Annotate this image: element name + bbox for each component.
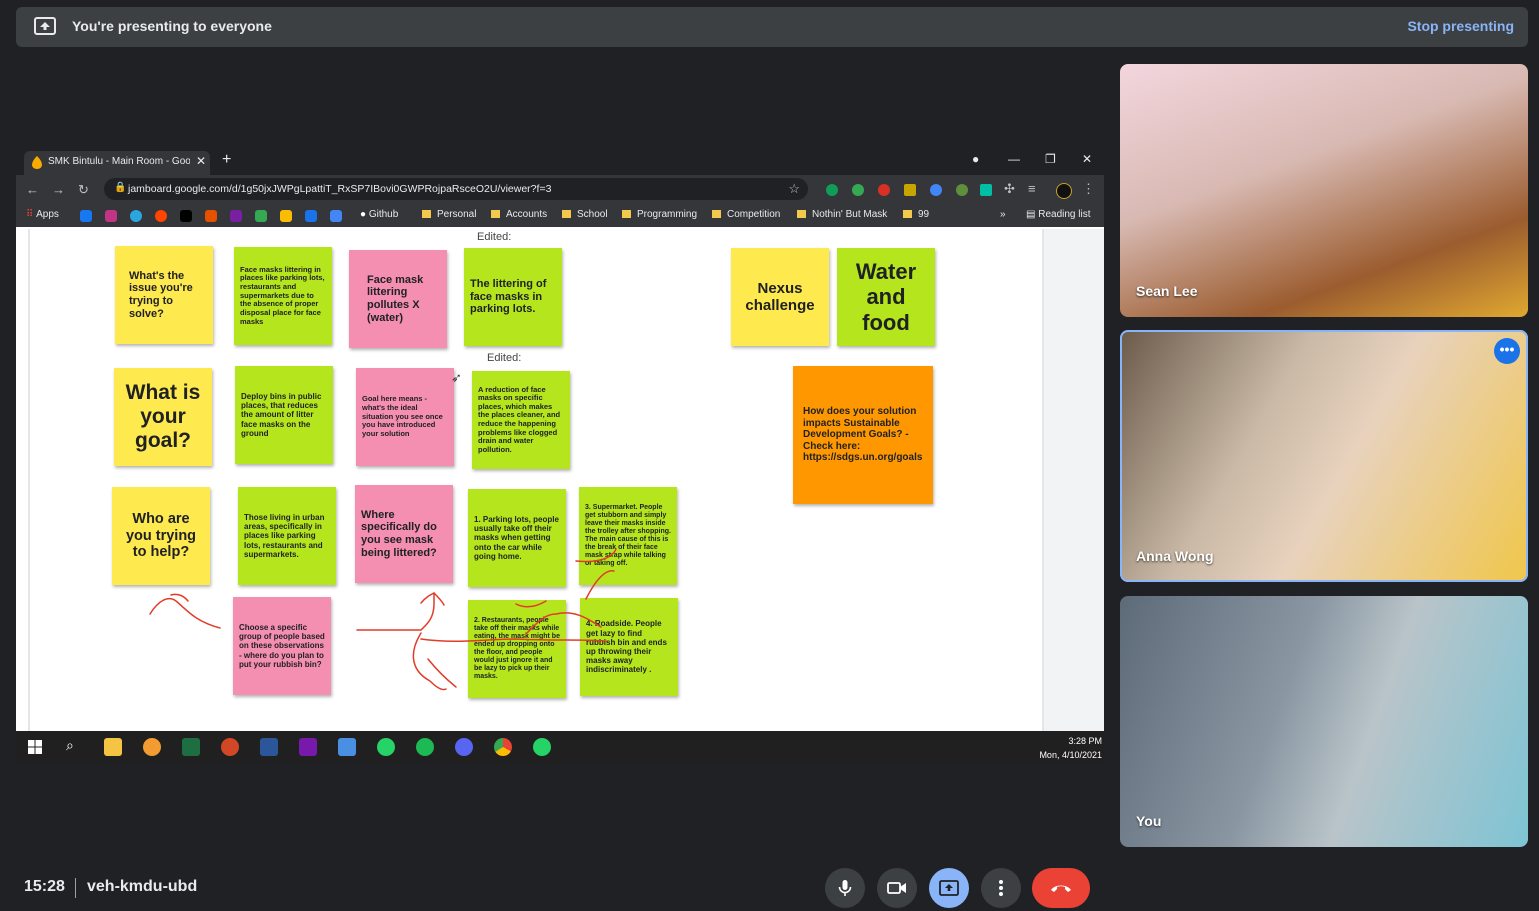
discord-icon[interactable]: [455, 738, 473, 756]
search-icon[interactable]: ⌕: [66, 737, 74, 754]
reading-list[interactable]: ▤ Reading list: [1026, 209, 1091, 220]
microphone-icon: [838, 880, 852, 896]
file-explorer-icon[interactable]: [104, 738, 122, 756]
browser-toolbar: ← → ↻ 🔒 jamboard.google.com/d/1g50jxJWPg…: [16, 175, 1104, 205]
microphone-button[interactable]: [825, 868, 865, 908]
competition-folder[interactable]: Competition: [712, 209, 780, 220]
whatsapp-notification-icon[interactable]: [533, 738, 551, 756]
google-slides-icon[interactable]: [305, 210, 317, 222]
windows-taskbar: ⌕ 3:28 PM Mon, 4/10/2021: [16, 731, 1104, 763]
meeting-code[interactable]: veh-kmdu-ubd: [87, 878, 197, 896]
programming-folder[interactable]: Programming: [622, 209, 697, 220]
media-control-icon[interactable]: ≡: [1028, 181, 1036, 196]
bookmark-icon[interactable]: [205, 210, 217, 222]
extension-icon[interactable]: [930, 184, 942, 196]
hang-up-icon: [1051, 885, 1071, 892]
avatar[interactable]: [1056, 183, 1072, 199]
app-icon[interactable]: [338, 738, 356, 756]
more-bookmarks-icon[interactable]: »: [1000, 209, 1006, 220]
participant-name: Sean Lee: [1136, 283, 1198, 299]
profile-menu-icon[interactable]: ●: [972, 152, 979, 166]
telegram-icon[interactable]: [130, 210, 142, 222]
bookmarks-bar: ⠿ Apps ● Github Personal Accounts School…: [16, 205, 1104, 227]
reddit-icon[interactable]: [155, 210, 167, 222]
restore-icon[interactable]: ❐: [1045, 152, 1056, 166]
meeting-time: 15:28: [24, 878, 65, 895]
app-icon[interactable]: [143, 738, 161, 756]
google-drive-icon[interactable]: [280, 210, 292, 222]
camera-icon: [887, 882, 906, 894]
extension-icon[interactable]: [956, 184, 968, 196]
bookmark-icon[interactable]: [230, 210, 242, 222]
jamboard-canvas[interactable]: Edited: Edited: What's the issue you're …: [16, 229, 1104, 731]
extensions-puzzle-icon[interactable]: ✣: [1004, 181, 1015, 197]
mouse-cursor-icon: ➶: [451, 370, 462, 385]
reload-icon[interactable]: ↻: [78, 182, 89, 198]
new-tab-icon[interactable]: +: [222, 151, 231, 169]
more-vert-icon: [999, 880, 1003, 896]
participant-name: Anna Wong: [1136, 548, 1214, 564]
bookmark-star-icon[interactable]: ☆: [788, 181, 800, 197]
apps-bookmark[interactable]: ⠿ Apps: [26, 209, 59, 220]
taskbar-date: Mon, 4/10/2021: [1039, 750, 1102, 760]
word-icon[interactable]: [260, 738, 278, 756]
onenote-icon[interactable]: [299, 738, 317, 756]
lock-icon: 🔒: [114, 182, 127, 193]
whatsapp-icon[interactable]: [377, 738, 395, 756]
jamboard-favicon-icon: [32, 156, 42, 169]
medium-icon[interactable]: [180, 210, 192, 222]
leave-call-button[interactable]: [1032, 868, 1090, 908]
presenting-banner: You're presenting to everyone Stop prese…: [16, 7, 1528, 47]
spotify-icon[interactable]: [416, 738, 434, 756]
close-tab-icon[interactable]: ✕: [196, 154, 206, 168]
extension-icon[interactable]: [904, 184, 916, 196]
present-screen-button[interactable]: [929, 868, 969, 908]
browser-menu-icon[interactable]: ⋮: [1082, 181, 1095, 197]
chrome-icon[interactable]: [494, 738, 512, 756]
back-icon[interactable]: ←: [26, 182, 39, 197]
extension-icon[interactable]: [878, 184, 890, 196]
99-folder[interactable]: 99: [903, 209, 929, 220]
participant-name: You: [1136, 813, 1162, 829]
excel-icon[interactable]: [182, 738, 200, 756]
taskbar-clock[interactable]: 3:28 PM Mon, 4/10/2021: [1039, 734, 1102, 762]
windows-start-icon[interactable]: [26, 738, 44, 756]
facebook-icon[interactable]: [80, 210, 92, 222]
url-text: jamboard.google.com/d/1g50jxJWPgLpattiT_…: [128, 183, 552, 195]
taskbar-time: 3:28 PM: [1068, 736, 1102, 746]
divider: [75, 878, 76, 898]
browser-tab[interactable]: SMK Bintulu - Main Room - Goog ✕: [24, 151, 210, 175]
extension-icon[interactable]: [826, 184, 838, 196]
stop-presenting-button[interactable]: Stop presenting: [1407, 18, 1514, 34]
powerpoint-icon[interactable]: [221, 738, 239, 756]
participant-tile-sean-lee[interactable]: Sean Lee: [1120, 64, 1528, 317]
forward-icon[interactable]: →: [52, 182, 65, 197]
participant-tile-you[interactable]: You: [1120, 596, 1528, 847]
more-options-button[interactable]: [981, 868, 1021, 908]
present-screen-icon: [34, 17, 56, 35]
school-folder[interactable]: School: [562, 209, 608, 220]
close-window-icon[interactable]: ✕: [1082, 152, 1092, 166]
bookmark-icon[interactable]: [255, 210, 267, 222]
frame-margin: [1044, 229, 1104, 731]
google-docs-icon[interactable]: [330, 210, 342, 222]
shared-screen: SMK Bintulu - Main Room - Goog ✕ + ● — ❐…: [16, 149, 1104, 763]
camera-button[interactable]: [877, 868, 917, 908]
github-bookmark[interactable]: ● Github: [360, 209, 398, 220]
nothin-but-mask-folder[interactable]: Nothin' But Mask: [797, 209, 887, 220]
participant-tile-anna-wong[interactable]: ••• Anna Wong: [1120, 330, 1528, 582]
minimize-icon[interactable]: —: [1008, 152, 1020, 166]
browser-titlebar: SMK Bintulu - Main Room - Goog ✕ + ● — ❐…: [16, 149, 1104, 175]
grammarly-icon[interactable]: [852, 184, 864, 196]
extension-icon[interactable]: [980, 184, 992, 196]
address-bar[interactable]: 🔒 jamboard.google.com/d/1g50jxJWPgLpatti…: [104, 178, 808, 200]
tab-title: SMK Bintulu - Main Room - Goog: [48, 156, 190, 167]
presenting-message: You're presenting to everyone: [72, 18, 272, 34]
personal-folder[interactable]: Personal: [422, 209, 476, 220]
instagram-icon[interactable]: [105, 210, 117, 222]
more-options-icon[interactable]: •••: [1494, 338, 1520, 364]
pen-annotations: [149, 548, 617, 691]
accounts-folder[interactable]: Accounts: [491, 209, 547, 220]
present-screen-icon: [939, 880, 959, 896]
